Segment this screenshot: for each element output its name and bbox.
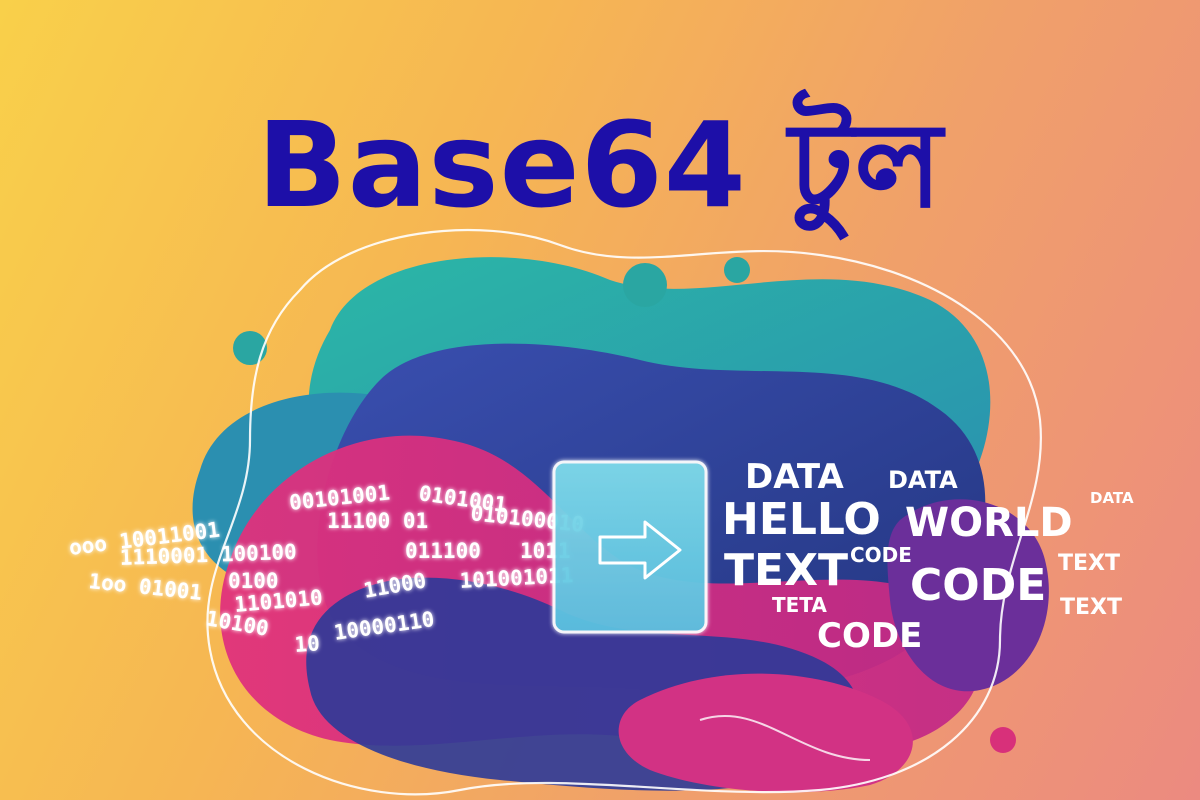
word-teta: TETA (772, 593, 827, 617)
binary-line: 011100 (405, 539, 481, 563)
word-code: CODE (910, 560, 1046, 611)
word-data: DATA (888, 466, 958, 494)
word-text: TEXT (1060, 595, 1122, 620)
dot-3 (233, 331, 267, 365)
binary-line: 11100 01 (327, 509, 428, 533)
word-code: CODE (817, 616, 922, 656)
word-data: DATA (745, 457, 844, 497)
word-code: CODE (850, 543, 912, 567)
binary-line: 10 (294, 631, 321, 657)
word-text: TEXT (724, 545, 848, 596)
word-hello: HELLO (722, 494, 881, 545)
word-text: TEXT (1058, 551, 1120, 576)
banner: 00101001 ooo 10011001 1110001 100100 111… (0, 0, 1200, 800)
dot-2 (724, 257, 750, 283)
transform-box (552, 460, 708, 634)
word-data: DATA (1090, 489, 1134, 507)
binary-line: 1oo 01001 (87, 569, 203, 605)
dot-1 (623, 263, 667, 307)
word-world: WORLD (905, 500, 1073, 546)
page-title: Base64 টুল (256, 96, 944, 234)
dot-4 (990, 727, 1016, 753)
